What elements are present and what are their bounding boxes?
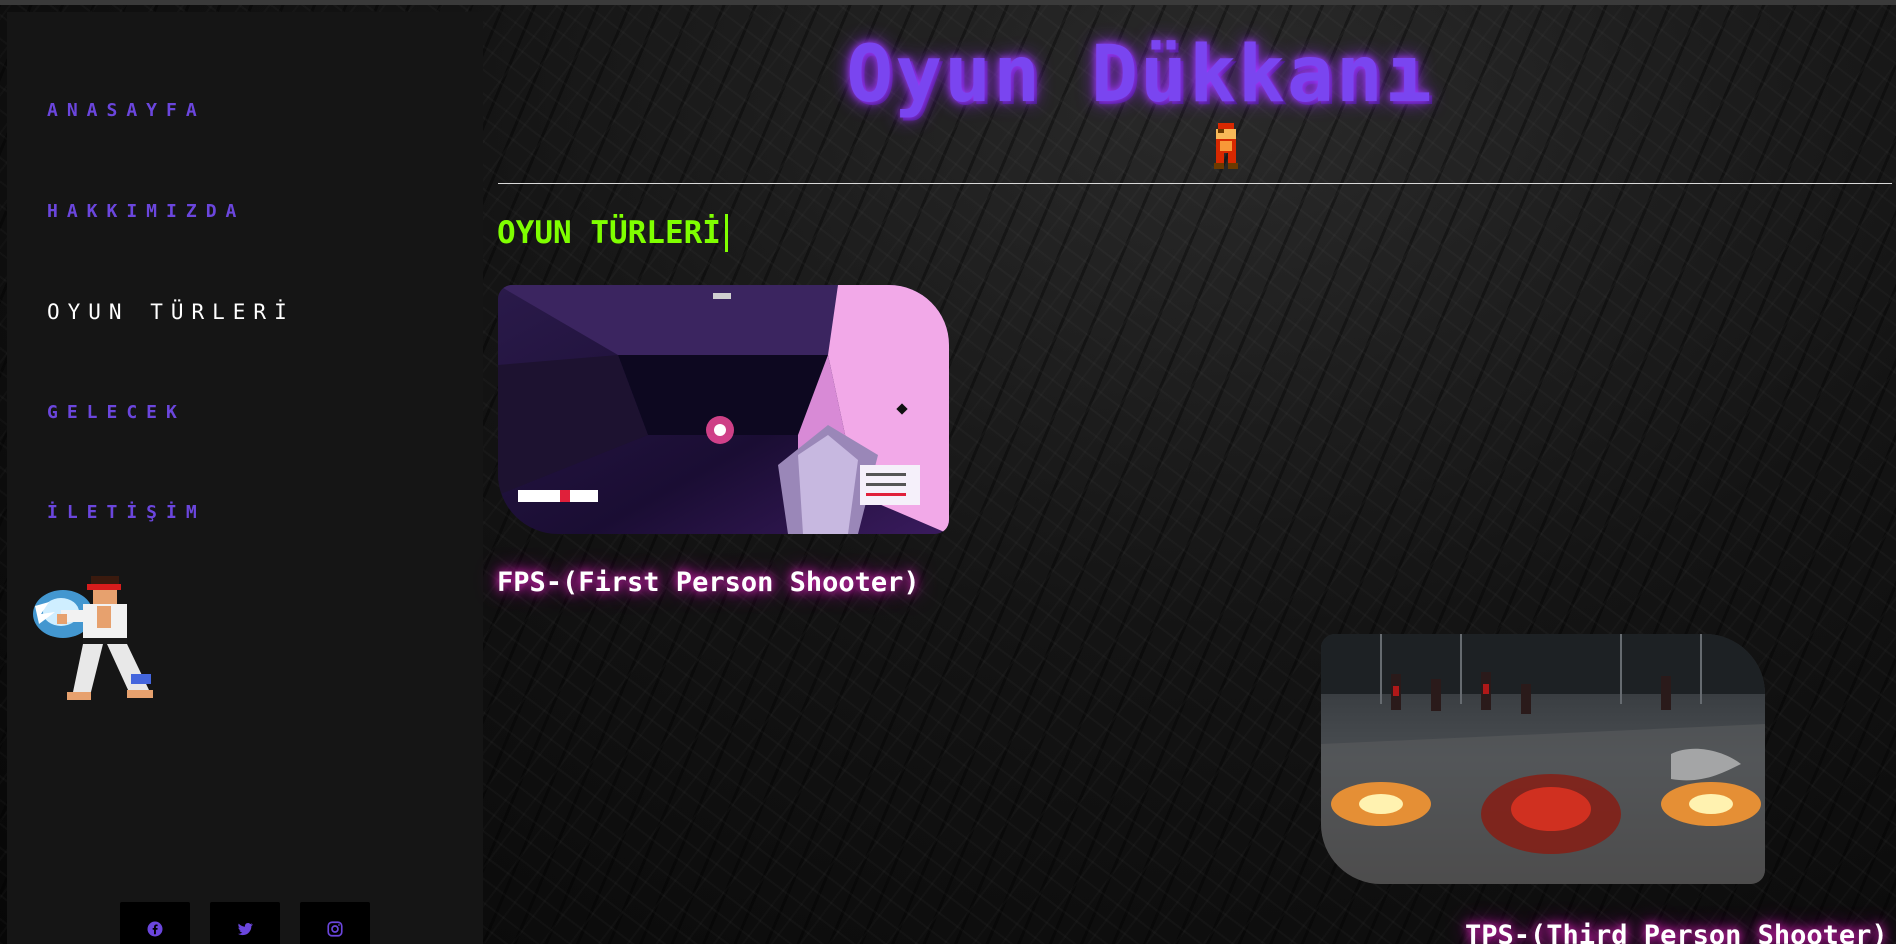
tps-caption: TPS-(Third Person Shooter) (1465, 920, 1888, 944)
typing-cursor (724, 214, 728, 252)
instagram-icon (327, 921, 343, 937)
facebook-button[interactable] (120, 902, 190, 944)
fps-image (498, 285, 949, 534)
fps-caption: FPS-(First Person Shooter) (497, 567, 920, 598)
tps-gameplay-image (1321, 634, 1765, 884)
twitter-button[interactable] (210, 902, 280, 944)
section-heading-text: OYUN TÜRLERİ (497, 215, 721, 251)
nav-link-oyun-turleri[interactable]: OYUN TÜRLERİ (47, 300, 295, 324)
page: ANASAYFA HAKKIMIZDA OYUN TÜRLERİ GELECEK… (0, 0, 1896, 944)
mario-sprite-icon (1214, 123, 1238, 169)
nav-link-iletisim[interactable]: İLETİŞİM (47, 502, 206, 523)
site-title: Oyun Dükkanı (846, 30, 1434, 120)
section-heading: OYUN TÜRLERİ (497, 214, 728, 252)
tps-image (1321, 634, 1765, 884)
facebook-icon (147, 921, 163, 937)
nav-link-anasayfa[interactable]: ANASAYFA (47, 100, 206, 121)
browser-top-strip (0, 0, 1896, 5)
nav-link-gelecek[interactable]: GELECEK (47, 402, 186, 423)
fighter-sprite-image (33, 576, 153, 700)
instagram-button[interactable] (300, 902, 370, 944)
header-divider (498, 183, 1892, 184)
fps-gameplay-image (498, 285, 949, 534)
sidebar: ANASAYFA HAKKIMIZDA OYUN TÜRLERİ GELECEK… (7, 12, 483, 944)
twitter-icon (237, 923, 254, 936)
nav-link-hakkimizda[interactable]: HAKKIMIZDA (47, 201, 245, 222)
